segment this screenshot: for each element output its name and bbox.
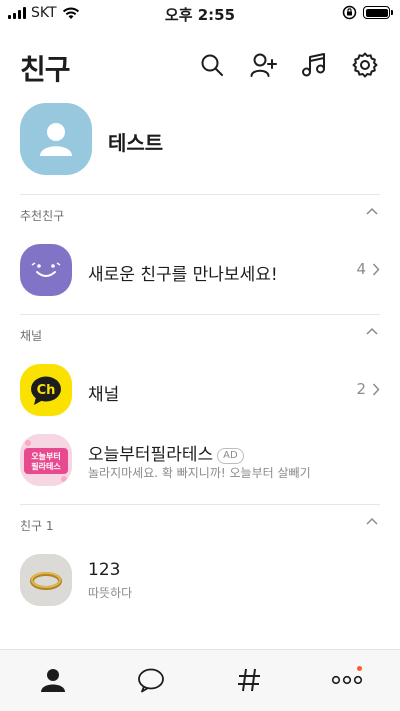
section-label: 친구 1 — [20, 519, 54, 533]
ad-row[interactable]: 오늘부터 필라테스 오늘부터필라테스 AD 놀라지마세요. 확 빠지니까! 오늘부터… — [20, 434, 380, 488]
recommend-count: 4 — [356, 260, 380, 278]
music-icon — [302, 53, 325, 77]
tab-view[interactable] — [231, 664, 267, 696]
recommend-avatar — [20, 244, 72, 296]
recommend-label: 새로운 친구를 만나보세요! — [88, 265, 278, 285]
friend-name: 123 — [88, 560, 121, 580]
my-profile[interactable]: 테스트 — [20, 103, 380, 175]
ad-avatar: 오늘부터 필라테스 — [20, 434, 72, 486]
chevron-right-icon — [372, 262, 380, 276]
section-recommended[interactable]: 추천친구 — [20, 205, 380, 225]
search-icon — [201, 54, 223, 76]
tab-chats[interactable] — [133, 664, 169, 696]
person-icon — [41, 669, 65, 692]
ad-name: 오늘부터필라테스 — [88, 445, 214, 465]
music-button[interactable] — [299, 50, 329, 80]
settings-button[interactable] — [350, 50, 380, 80]
smile-icon — [31, 262, 61, 277]
ad-badge: AD — [217, 448, 244, 464]
avatar — [20, 103, 92, 175]
divider — [20, 314, 380, 315]
section-label: 채널 — [20, 329, 43, 343]
channel-row[interactable]: Ch 채널 2 — [20, 364, 380, 418]
friend-status: 따뜻하다 — [88, 586, 133, 600]
friend-row[interactable]: 123 따뜻하다 — [20, 554, 380, 608]
more-icon — [331, 675, 363, 685]
add-friend-button[interactable] — [249, 50, 279, 80]
settings-icon — [352, 52, 378, 78]
chevron-up-icon — [366, 207, 378, 215]
svg-text:오늘부터: 오늘부터 — [31, 451, 60, 461]
divider — [20, 504, 380, 505]
ring-photo — [20, 554, 72, 606]
channel-count: 2 — [356, 380, 380, 398]
svg-text:Ch: Ch — [37, 383, 56, 398]
friend-avatar — [20, 554, 72, 606]
ad-logo: 오늘부터필라테스 — [20, 434, 72, 486]
divider — [20, 194, 380, 195]
tab-bar — [0, 649, 400, 711]
status-bar: SKT 오후 2:55 — [0, 0, 400, 26]
hashtag-icon — [238, 668, 260, 692]
section-channels[interactable]: 채널 — [20, 325, 380, 345]
tab-more[interactable] — [329, 664, 365, 696]
status-time: 오후 2:55 — [164, 6, 236, 24]
default-person-icon — [40, 123, 72, 156]
count-value: 4 — [356, 260, 366, 278]
tab-friends[interactable] — [35, 664, 71, 696]
add-friend-icon — [250, 53, 277, 77]
count-value: 2 — [356, 380, 366, 398]
channel-label: 채널 — [88, 385, 120, 405]
ad-title-line: 오늘부터필라테스 AD — [88, 440, 244, 465]
search-button[interactable] — [197, 50, 227, 80]
profile-name: 테스트 — [108, 131, 164, 155]
status-right — [342, 5, 393, 20]
page-title: 친구 — [20, 53, 71, 86]
chevron-right-icon — [372, 382, 380, 396]
recommended-friends-row[interactable]: 새로운 친구를 만나보세요! 4 — [20, 244, 380, 298]
channel-logo-icon: Ch — [31, 376, 61, 405]
section-label: 추천친구 — [20, 209, 65, 223]
header: 친구 — [0, 40, 400, 90]
chevron-up-icon — [366, 327, 378, 335]
rotation-lock-icon — [342, 5, 357, 20]
section-friends[interactable]: 친구 1 — [20, 515, 380, 535]
notification-dot — [357, 666, 362, 671]
battery-icon — [363, 6, 393, 19]
channel-avatar: Ch — [20, 364, 72, 416]
chat-icon — [138, 668, 164, 693]
chevron-up-icon — [366, 517, 378, 525]
svg-text:필라테스: 필라테스 — [31, 461, 61, 471]
ad-description: 놀라지마세요. 확 빠지니까! 오늘부터 살빼기 — [88, 466, 311, 480]
